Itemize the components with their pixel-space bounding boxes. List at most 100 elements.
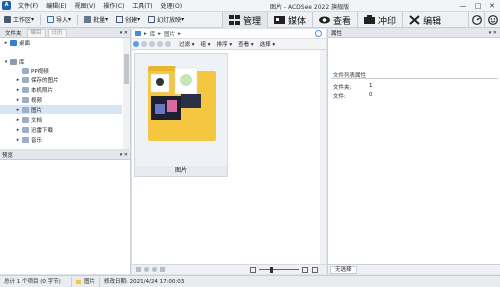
- expand-arrow-icon[interactable]: ▸: [14, 97, 22, 103]
- refresh-icon[interactable]: [315, 30, 322, 37]
- feedback-button[interactable]: [484, 12, 500, 28]
- tab-media[interactable]: 媒体: [267, 12, 312, 28]
- expand-arrow-icon[interactable]: ▾: [2, 59, 10, 65]
- filter-menu[interactable]: 过滤 ▾: [176, 40, 198, 48]
- file-browser: ▸ 库 ▸ 图片 ▸ 过滤 ▾ 组 ▾ 排序 ▾ 查看 ▾ 选择 ▾ 图片: [132, 29, 326, 274]
- breadcrumb-pictures[interactable]: 图片: [161, 30, 178, 38]
- expand-arrow-icon[interactable]: ▸: [14, 107, 22, 113]
- tree-item[interactable]: PP视频: [0, 66, 122, 75]
- tree-item[interactable]: ▸ 文档: [0, 115, 122, 124]
- tree-item[interactable]: ▾ 库: [0, 57, 122, 66]
- sync-icon[interactable]: [165, 41, 171, 47]
- group-menu[interactable]: 组 ▾: [198, 40, 214, 48]
- up-icon[interactable]: [157, 41, 163, 47]
- dashboard-icon: [471, 15, 482, 25]
- tab-catalog[interactable]: 编目: [26, 29, 46, 37]
- expand-arrow-icon[interactable]: ▸: [14, 127, 22, 133]
- rotate-left-icon[interactable]: [144, 267, 149, 272]
- tab-calendar[interactable]: 日历: [47, 29, 67, 37]
- maximize-button[interactable]: □: [471, 0, 485, 12]
- tree-item[interactable]: ▸ 迅雷下载: [0, 125, 122, 134]
- expand-arrow-icon[interactable]: ▸: [14, 117, 22, 123]
- tree-item-label: 音乐: [31, 137, 43, 144]
- import-button[interactable]: 导入 ▾: [43, 13, 75, 27]
- tree-item[interactable]: ▸ 桌面: [0, 38, 122, 47]
- menu-view[interactable]: 视图(V): [71, 1, 100, 10]
- home-icon[interactable]: [133, 41, 139, 47]
- back-icon[interactable]: [141, 41, 147, 47]
- panel-pin-close-icon[interactable]: ▾ ✕: [120, 30, 128, 36]
- folder-icon: [22, 106, 29, 113]
- media-icon: [274, 16, 286, 24]
- workspace-button[interactable]: 工作区 ▾: [0, 13, 38, 27]
- batch-button[interactable]: 批量 ▾: [80, 13, 112, 27]
- tree-item[interactable]: ▸ 视频: [0, 95, 122, 104]
- close-button[interactable]: ✕: [485, 0, 499, 12]
- tab-view[interactable]: 查看: [312, 12, 357, 28]
- menu-process[interactable]: 处理(O): [157, 1, 186, 10]
- zoom-out-icon[interactable]: [250, 267, 256, 273]
- tab-folders[interactable]: 文件夹: [2, 29, 25, 37]
- folders-panel: 文件夹 编目 日历 ▾ ✕ ▸ 桌面 ▾ 库 PP视频 ▸ 保存的图片 ▸ 本机照片 ▸ 视频 ▸ 图片…: [0, 29, 131, 149]
- filter-label: 过滤: [179, 42, 191, 48]
- select-all-icon[interactable]: [136, 267, 141, 272]
- folder-icon: [22, 67, 29, 74]
- menu-edit[interactable]: 编辑(E): [42, 1, 70, 10]
- create-button[interactable]: 创建 ▾: [112, 13, 144, 27]
- view-control-icons: [136, 267, 165, 272]
- expand-arrow-icon[interactable]: ▸: [14, 137, 22, 143]
- zoom-slider[interactable]: [259, 269, 299, 270]
- forward-icon[interactable]: [149, 41, 155, 47]
- compare-icon[interactable]: [160, 267, 165, 272]
- tree-item[interactable]: ▸ 保存的图片: [0, 75, 122, 84]
- toolbar-divider: [77, 14, 79, 25]
- browser-scrollbar[interactable]: [320, 50, 326, 265]
- folder-icon: [10, 58, 17, 65]
- import-icon: [47, 16, 55, 23]
- view-label: 查看: [238, 42, 250, 48]
- expand-arrow-icon[interactable]: ▸: [14, 77, 22, 83]
- minimize-button[interactable]: —: [456, 0, 470, 12]
- tab-no-selection[interactable]: 无选择: [330, 266, 357, 274]
- panel-pin-close-icon[interactable]: ▾ ✕: [120, 152, 128, 158]
- toolbar-right-icons: [468, 12, 500, 28]
- zoom-in-icon[interactable]: [302, 267, 308, 273]
- tree-item-label: 视频: [31, 97, 43, 104]
- tree-item-label: 图片: [31, 107, 43, 114]
- group-label: 组: [200, 42, 207, 48]
- menu-tools[interactable]: 工具(T): [128, 1, 156, 10]
- rotate-right-icon[interactable]: [152, 267, 157, 272]
- panel-pin-close-icon[interactable]: ▾ ✕: [489, 30, 497, 36]
- sort-menu[interactable]: 排序 ▾: [214, 40, 236, 48]
- view-menu[interactable]: 查看 ▾: [235, 40, 257, 48]
- menu-actions[interactable]: 操作(C): [99, 1, 128, 10]
- expand-arrow-icon[interactable]: ▸: [14, 87, 22, 93]
- thumbnail-item[interactable]: 图片: [134, 53, 228, 177]
- smile-icon: [487, 15, 498, 25]
- toolbar-divider: [40, 14, 42, 25]
- slideshow-button[interactable]: 幻灯放映 ▾: [144, 13, 188, 27]
- title-bar: A 文件(F) 编辑(E) 视图(V) 操作(C) 工具(T) 处理(O) 图片…: [0, 0, 500, 12]
- properties-divider: [331, 78, 498, 79]
- tab-edit[interactable]: 编辑: [402, 12, 447, 28]
- thumb-size-icon[interactable]: [312, 267, 318, 273]
- dashboard-button[interactable]: [468, 12, 484, 28]
- tree-item[interactable]: ▸ 音乐: [0, 135, 122, 144]
- tab-develop-label: 冲印: [378, 16, 397, 27]
- properties-bottom-bar: 无选择: [328, 264, 500, 274]
- breadcrumb-library[interactable]: 库: [147, 30, 159, 38]
- tab-manage[interactable]: 管理: [222, 12, 268, 28]
- tree-item[interactable]: ▸ 本机照片: [0, 85, 122, 94]
- folder-tree-scrollbar[interactable]: [123, 38, 130, 149]
- zoom-slider-thumb[interactable]: [270, 267, 273, 273]
- tree-item[interactable]: ▸ 图片: [0, 105, 122, 114]
- mode-tabs: 管理 媒体 查看 冲印 编辑: [222, 12, 447, 28]
- scrollbar-thumb[interactable]: [124, 54, 129, 84]
- tree-item-label: 桌面: [19, 40, 31, 47]
- menu-file[interactable]: 文件(F): [14, 1, 42, 10]
- expand-arrow-icon[interactable]: ▸: [2, 40, 10, 46]
- tab-edit-label: 编辑: [423, 16, 442, 27]
- tab-develop[interactable]: 冲印: [357, 12, 402, 28]
- select-menu[interactable]: 选择 ▾: [257, 40, 279, 48]
- property-files: 文件: 0: [333, 92, 373, 100]
